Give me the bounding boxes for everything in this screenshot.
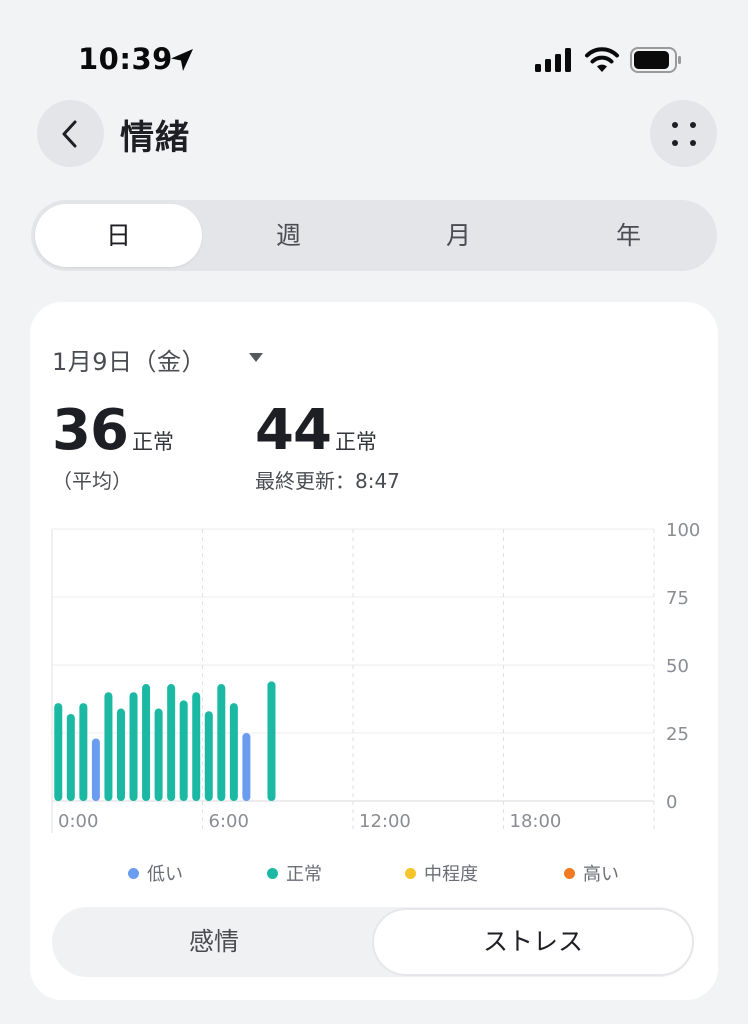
stress-bar (79, 703, 88, 801)
latest-level: 正常 (334, 430, 377, 454)
stress-bar (142, 684, 151, 801)
legend-label-low: 低い (147, 864, 183, 885)
stress-chart: 0 25 50 75 100 0:00 6:00 12:00 18:00 (51, 520, 700, 833)
chevron-left-icon (62, 120, 77, 148)
y-tick-label: 25 (666, 724, 689, 745)
legend-label-normal: 正常 (286, 864, 322, 885)
average-label: （平均） (52, 469, 132, 493)
wifi-icon (585, 47, 619, 72)
back-button[interactable] (37, 100, 104, 167)
x-tick-label: 18:00 (510, 811, 562, 832)
tab-day[interactable]: 日 (35, 204, 202, 267)
page-title: 情緒 (120, 118, 190, 158)
stress-bar (91, 738, 100, 801)
legend-label-moderate: 中程度 (424, 864, 478, 885)
legend: 低い 正常 中程度 高い (30, 860, 718, 890)
period-tabs: 日 週 月 年 (31, 200, 717, 271)
stress-bar (54, 703, 63, 801)
legend-dot-moderate (405, 868, 416, 879)
stress-bar (116, 708, 125, 801)
y-tick-label: 0 (666, 792, 677, 813)
battery-icon (630, 47, 681, 73)
stress-bar (192, 692, 201, 801)
y-tick-label: 75 (666, 588, 689, 609)
stress-bar (129, 692, 138, 801)
signal-bars-icon (535, 48, 571, 72)
stress-bar (267, 681, 276, 801)
x-tick-label: 0:00 (58, 811, 98, 832)
mode-toggle: 感情 ストレス (52, 907, 694, 977)
stress-card: 1月9日（金） 36 正常 （平均） 44 正常 最終更新：8:47 0 25 50 75… (30, 302, 718, 1000)
stress-bar (167, 684, 176, 801)
latest-updated-label: 最終更新：8:47 (255, 469, 400, 493)
stress-bar (154, 708, 163, 801)
mode-emotion[interactable]: 感情 (55, 910, 373, 974)
legend-item-normal: 正常 (267, 860, 322, 886)
tab-month[interactable]: 月 (375, 204, 542, 267)
date-selector[interactable]: 1月9日（金） (52, 342, 263, 376)
y-tick-label: 50 (666, 656, 689, 677)
legend-dot-high (564, 868, 575, 879)
stress-bar (242, 733, 251, 801)
legend-item-high: 高い (564, 860, 619, 886)
legend-item-moderate: 中程度 (405, 860, 478, 886)
header: 情緒 (0, 98, 748, 170)
tab-year[interactable]: 年 (545, 204, 712, 267)
average-stat: 36 正常 （平均） (52, 398, 174, 494)
legend-item-low: 低い (128, 860, 183, 886)
average-level: 正常 (131, 430, 174, 454)
more-button[interactable] (650, 100, 717, 167)
stress-bar (217, 684, 226, 801)
x-tick-label: 6:00 (209, 811, 249, 832)
date-label: 1月9日（金） (52, 348, 207, 376)
y-tick-label: 100 (666, 520, 700, 541)
tab-week[interactable]: 週 (205, 204, 372, 267)
mode-stress[interactable]: ストレス (374, 910, 692, 974)
four-dots-icon (672, 122, 696, 146)
legend-dot-low (128, 868, 139, 879)
average-value: 36 (52, 398, 129, 463)
x-tick-label: 12:00 (359, 811, 411, 832)
stress-bar (104, 692, 113, 801)
latest-stat: 44 正常 最終更新：8:47 (255, 398, 400, 494)
stress-bar (229, 703, 238, 801)
status-bar: 10:39 (0, 0, 748, 92)
location-arrow-icon (171, 49, 193, 71)
stress-bar (204, 711, 213, 801)
status-time: 10:39 (78, 42, 173, 76)
stress-bar (179, 700, 188, 801)
legend-dot-normal (267, 868, 278, 879)
stress-bar (66, 713, 75, 801)
caret-down-icon (249, 353, 263, 362)
latest-value: 44 (255, 398, 332, 463)
legend-label-high: 高い (583, 864, 619, 885)
